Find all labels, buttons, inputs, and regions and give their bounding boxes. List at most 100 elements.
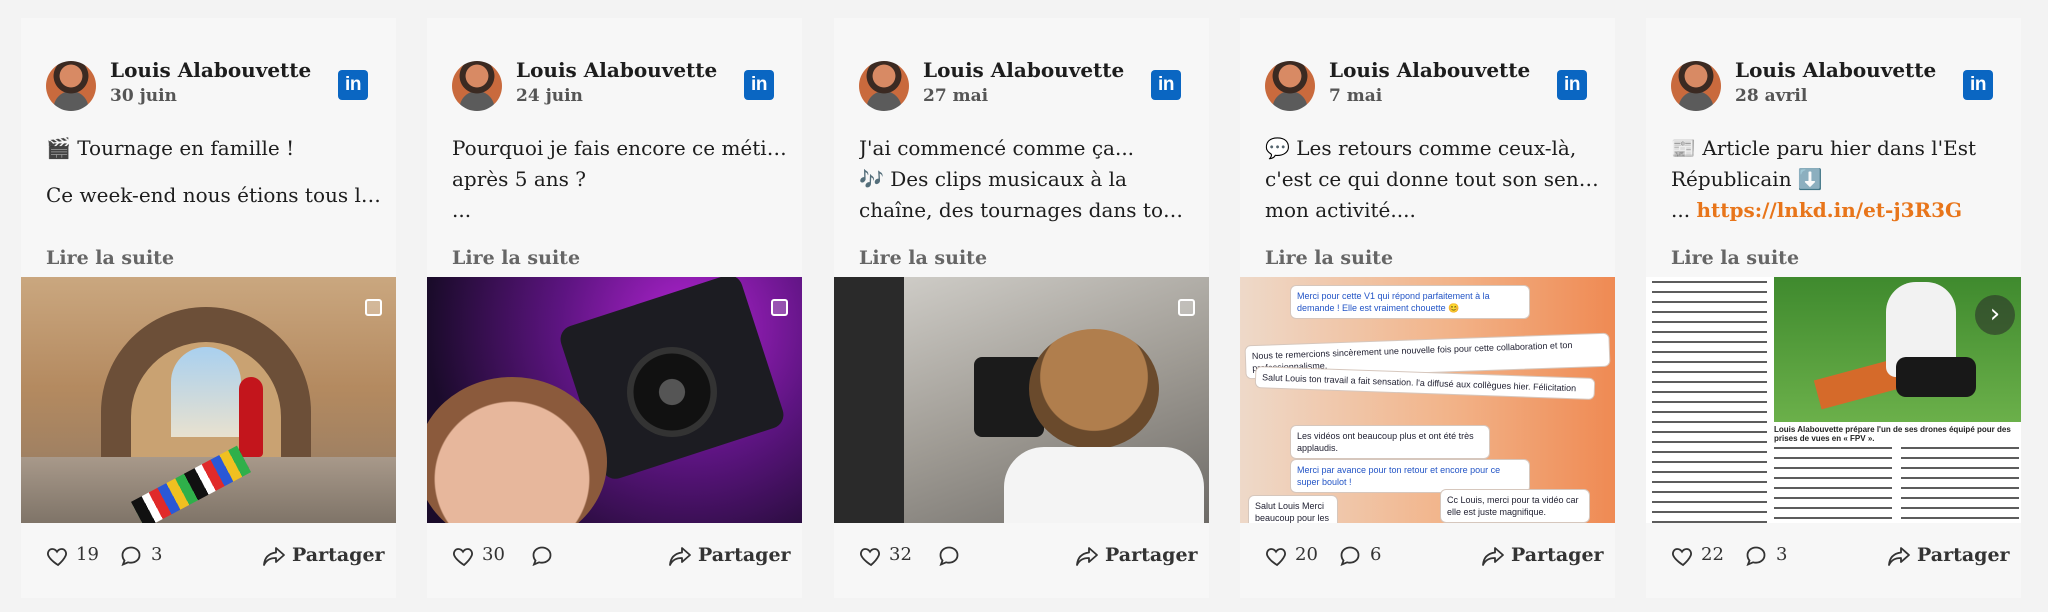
post-image[interactable]: Merci pour cette V1 qui répond parfaitem… [1240, 277, 1615, 523]
author-name[interactable]: Louis Alabouvette [516, 58, 717, 82]
read-more-link[interactable]: Lire la suite [46, 247, 174, 269]
post-footer: 20 6 Partager [1240, 542, 1615, 572]
share-button[interactable]: Partager [292, 544, 385, 566]
message-bubble: Les vidéos ont beaucoup plus et ont été … [1290, 425, 1490, 459]
post-text-line: mon activité.... [1265, 198, 1416, 222]
avatar[interactable] [452, 61, 502, 111]
post-text-line [46, 164, 381, 180]
post-text-line: Ce week-end nous étions tous les [46, 183, 381, 207]
article-caption: Louis Alabouvette prépare l'un de ses dr… [1774, 425, 2011, 443]
like-count: 19 [76, 544, 99, 565]
share-button[interactable]: Partager [698, 544, 791, 566]
comment-icon[interactable] [119, 544, 143, 568]
post-text-line: Républicain ⬇️ [1671, 167, 1823, 191]
linkedin-icon[interactable]: in [1557, 70, 1587, 100]
heart-icon[interactable] [859, 544, 883, 568]
avatar[interactable] [46, 61, 96, 111]
share-icon[interactable] [262, 545, 286, 567]
message-bubble: Merci par avance pour ton retour et enco… [1290, 459, 1530, 493]
share-button[interactable]: Partager [1105, 544, 1198, 566]
comment-count: 3 [151, 544, 163, 565]
read-more-link[interactable]: Lire la suite [1671, 247, 1799, 269]
linkedin-icon[interactable]: in [1151, 70, 1181, 100]
share-icon[interactable] [1481, 545, 1505, 567]
linkedin-icon[interactable]: in [744, 70, 774, 100]
post-footer: 32 Partager [834, 542, 1209, 572]
share-icon[interactable] [1075, 545, 1099, 567]
post-text-line: c'est ce qui donne tout son sens à [1265, 167, 1600, 191]
post-image[interactable] [427, 277, 802, 523]
post-text-line: après 5 ans ? [452, 167, 586, 191]
post-date: 24 juin [516, 86, 583, 106]
post-text-line: ... https://lnkd.in/et-j3R3G [1671, 195, 2006, 226]
post-text-line: 💬 Les retours comme ceux-là, [1265, 136, 1577, 160]
share-button[interactable]: Partager [1917, 544, 2010, 566]
message-bubble: Merci pour cette V1 qui répond parfaitem… [1290, 285, 1530, 319]
like-count: 22 [1701, 544, 1724, 565]
heart-icon[interactable] [452, 544, 476, 568]
post-card[interactable]: Louis Alabouvette 30 juin in 🎬 Tournage … [21, 18, 396, 598]
heart-icon[interactable] [1671, 544, 1695, 568]
avatar[interactable] [1265, 61, 1315, 111]
post-text: Pourquoi je fais encore ce métier après … [452, 133, 787, 226]
post-text: 🎬 Tournage en famille ! Ce week-end nous… [46, 133, 381, 211]
post-text-line: 🎬 Tournage en famille ! [46, 136, 295, 160]
message-bubble: Salut Louis Merci beaucoup pour les vidé… [1248, 495, 1338, 523]
post-image[interactable] [834, 277, 1209, 523]
heart-icon[interactable] [1265, 544, 1289, 568]
post-date: 27 mai [923, 86, 989, 106]
comment-icon[interactable] [530, 544, 554, 568]
post-text: 💬 Les retours comme ceux-là, c'est ce qu… [1265, 133, 1600, 226]
author-name[interactable]: Louis Alabouvette [1329, 58, 1530, 82]
read-more-link[interactable]: Lire la suite [859, 247, 987, 269]
read-more-link[interactable]: Lire la suite [1265, 247, 1393, 269]
comment-count: 6 [1370, 544, 1382, 565]
author-name[interactable]: Louis Alabouvette [1735, 58, 1936, 82]
message-bubble: Salut Louis ton travail a fait sensation… [1254, 366, 1596, 400]
avatar[interactable] [1671, 61, 1721, 111]
post-footer: 30 Partager [427, 542, 802, 572]
post-image[interactable] [21, 277, 396, 523]
post-text-ellipsis: ... [1671, 198, 1697, 222]
post-card[interactable]: Louis Alabouvette 7 mai in 💬 Les retours… [1240, 18, 1615, 598]
post-card[interactable]: Louis Alabouvette 28 avril in 📰 Article … [1646, 18, 2021, 598]
post-date: 30 juin [110, 86, 177, 106]
like-count: 32 [889, 544, 912, 565]
share-icon[interactable] [668, 545, 692, 567]
comment-count: 3 [1776, 544, 1788, 565]
comment-icon[interactable] [1338, 544, 1362, 568]
select-checkbox[interactable] [365, 299, 382, 316]
post-date: 7 mai [1329, 86, 1383, 106]
post-card[interactable]: Louis Alabouvette 27 mai in J'ai commenc… [834, 18, 1209, 598]
post-text-line: 🎶 Des clips musicaux à la [859, 167, 1127, 191]
post-card[interactable]: Louis Alabouvette 24 juin in Pourquoi je… [427, 18, 802, 598]
post-date: 28 avril [1735, 86, 1808, 106]
post-link[interactable]: https://lnkd.in/et-j3R3G [1696, 198, 1962, 222]
select-checkbox[interactable] [1178, 299, 1195, 316]
post-image[interactable]: Louis Alabouvette prépare l'un de ses dr… [1646, 277, 2021, 523]
like-count: 20 [1295, 544, 1318, 565]
post-text-line: 📰 Article paru hier dans l'Est [1671, 136, 1977, 160]
post-text-line: Pourquoi je fais encore ce métier [452, 136, 787, 160]
avatar[interactable] [859, 61, 909, 111]
message-bubble: Cc Louis, merci pour ta vidéo car elle e… [1440, 489, 1590, 523]
comment-icon[interactable] [1744, 544, 1768, 568]
linkedin-icon[interactable]: in [338, 70, 368, 100]
author-name[interactable]: Louis Alabouvette [110, 58, 311, 82]
select-checkbox[interactable] [771, 299, 788, 316]
heart-icon[interactable] [46, 544, 70, 568]
author-name[interactable]: Louis Alabouvette [923, 58, 1124, 82]
carousel-next-button[interactable]: › [1975, 295, 2015, 335]
comment-icon[interactable] [937, 544, 961, 568]
post-text-line: ... [452, 198, 472, 222]
share-button[interactable]: Partager [1511, 544, 1604, 566]
post-footer: 19 3 Partager [21, 542, 396, 572]
read-more-link[interactable]: Lire la suite [452, 247, 580, 269]
post-text-line: chaîne, des tournages dans tou... [859, 198, 1194, 222]
post-footer: 22 3 Partager [1646, 542, 2021, 572]
share-icon[interactable] [1887, 545, 1911, 567]
post-text: J'ai commencé comme ça... 🎶 Des clips mu… [859, 133, 1194, 226]
linkedin-icon[interactable]: in [1963, 70, 1993, 100]
post-text: 📰 Article paru hier dans l'Est Républica… [1671, 133, 2006, 226]
post-text-line: J'ai commencé comme ça... [859, 136, 1135, 160]
